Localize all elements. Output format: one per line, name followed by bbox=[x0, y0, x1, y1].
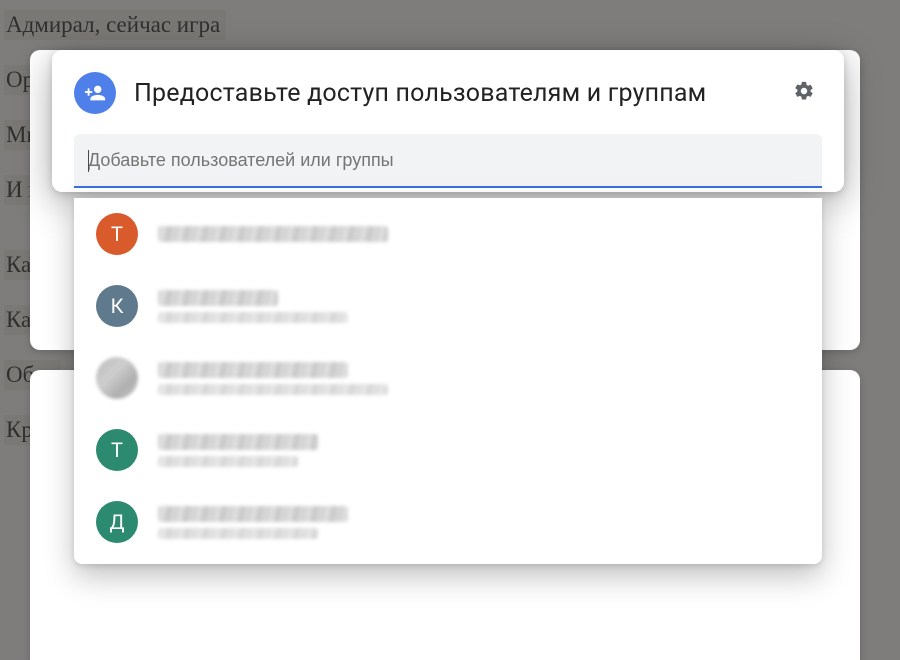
redacted-name bbox=[158, 506, 348, 522]
settings-button[interactable] bbox=[786, 75, 822, 111]
avatar: Т bbox=[96, 429, 138, 471]
suggestion-info bbox=[158, 434, 800, 467]
redacted-name bbox=[158, 362, 348, 378]
text-caret bbox=[88, 150, 89, 172]
add-people-input-wrap[interactable] bbox=[74, 134, 822, 188]
suggestion-row[interactable]: Д bbox=[74, 486, 822, 558]
redacted-name bbox=[158, 226, 388, 242]
suggestion-info bbox=[158, 506, 800, 539]
avatar bbox=[96, 357, 138, 399]
suggestions-dropdown: Т К Т Д bbox=[74, 198, 822, 564]
avatar: Д bbox=[96, 501, 138, 543]
suggestion-row[interactable] bbox=[74, 342, 822, 414]
avatar: Т bbox=[96, 213, 138, 255]
person-add-icon bbox=[74, 72, 116, 114]
avatar: К bbox=[96, 285, 138, 327]
suggestion-row[interactable]: Т bbox=[74, 198, 822, 270]
redacted-name bbox=[158, 434, 318, 450]
suggestion-info bbox=[158, 290, 800, 323]
dialog-header: Предоставьте доступ пользователям и груп… bbox=[52, 50, 844, 130]
share-dialog: Предоставьте доступ пользователям и груп… bbox=[52, 50, 844, 192]
redacted-name bbox=[158, 290, 278, 306]
suggestion-info bbox=[158, 226, 800, 242]
redacted-email bbox=[158, 312, 348, 323]
suggestion-row[interactable]: К bbox=[74, 270, 822, 342]
suggestion-info bbox=[158, 362, 800, 395]
suggestion-row[interactable]: Т bbox=[74, 414, 822, 486]
gear-icon bbox=[793, 80, 815, 106]
redacted-email bbox=[158, 528, 318, 539]
dialog-title: Предоставьте доступ пользователям и груп… bbox=[134, 79, 768, 108]
add-people-input[interactable] bbox=[88, 150, 808, 171]
redacted-email bbox=[158, 384, 388, 395]
redacted-email bbox=[158, 456, 298, 467]
